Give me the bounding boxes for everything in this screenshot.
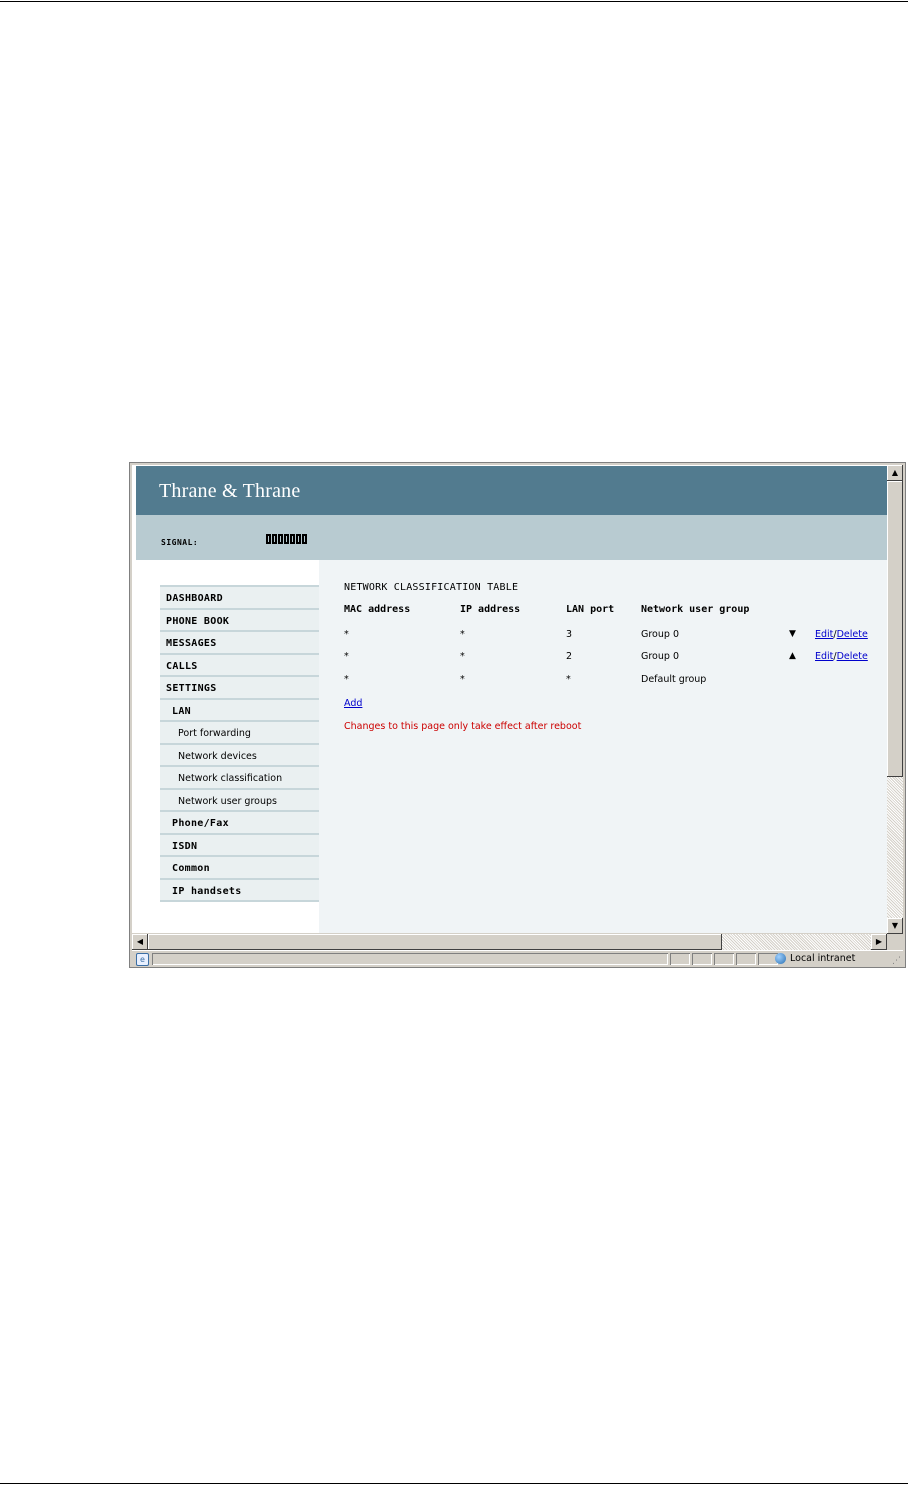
column-header-mac: MAC address	[344, 604, 411, 615]
sidebar-item-phone-fax[interactable]: Phone/Fax	[160, 812, 319, 835]
sidebar-item-lan[interactable]: LAN	[160, 699, 319, 722]
edit-link[interactable]: Edit	[815, 651, 833, 662]
signal-bar-segment	[302, 534, 307, 544]
status-text-pane	[152, 953, 668, 965]
signal-bar: SIGNAL:	[136, 515, 887, 560]
sidebar-item-ip-handsets[interactable]: IP handsets	[160, 879, 319, 902]
reboot-warning: Changes to this page only take effect af…	[344, 721, 582, 732]
sidebar-item-common[interactable]: Common	[160, 857, 319, 880]
move-down-icon[interactable]: ▼	[789, 629, 796, 639]
column-header-ip: IP address	[460, 604, 521, 615]
browser-viewport: Thrane & Thrane SIGNAL: DASHBOARD PHONE B…	[132, 465, 887, 933]
status-pane	[736, 953, 756, 965]
cell-ip: *	[460, 674, 465, 685]
signal-bar-segment	[296, 534, 301, 544]
brand-header: Thrane & Thrane	[136, 466, 887, 515]
horizontal-scrollbar[interactable]: ◀ ▶	[132, 934, 887, 950]
sidebar-item-calls[interactable]: CALLS	[160, 654, 319, 677]
resize-grip-icon[interactable]: ⋰	[892, 956, 901, 966]
document-bottom-rule	[0, 1483, 908, 1484]
sidebar-item-dashboard[interactable]: DASHBOARD	[160, 587, 319, 610]
cell-ip: *	[460, 629, 465, 640]
sidebar-item-port-forwarding[interactable]: Port forwarding	[160, 722, 319, 745]
cell-lan-port: 2	[566, 651, 573, 662]
security-zone-label: Local intranet	[790, 953, 856, 964]
sidebar-item-messages[interactable]: MESSAGES	[160, 632, 319, 655]
sidebar-item-network-user-groups[interactable]: Network user groups	[160, 789, 319, 812]
cell-ip: *	[460, 651, 465, 662]
sidebar-item-network-devices[interactable]: Network devices	[160, 744, 319, 767]
scroll-left-icon[interactable]: ◀	[132, 934, 148, 950]
sidebar-item-network-classification[interactable]: Network classification	[160, 767, 319, 790]
signal-bar-segment	[284, 534, 289, 544]
move-up-icon[interactable]: ▲	[789, 651, 796, 661]
thrane-logo: Thrane & Thrane	[159, 480, 301, 502]
globe-icon	[775, 953, 786, 964]
page-title: NETWORK CLASSIFICATION TABLE	[344, 582, 519, 593]
add-link[interactable]: Add	[344, 698, 362, 709]
column-header-user-group: Network user group	[641, 604, 750, 615]
cell-lan-port: 3	[566, 629, 573, 640]
row-actions: Edit/Delete	[815, 629, 868, 640]
browser-window: Thrane & Thrane SIGNAL: DASHBOARD PHONE B…	[129, 462, 906, 968]
horizontal-scroll-thumb[interactable]	[148, 934, 722, 950]
column-header-lan-port: LAN port	[566, 604, 615, 615]
scroll-up-icon[interactable]: ▲	[887, 465, 903, 481]
document-top-rule	[0, 1, 908, 2]
vertical-scroll-track[interactable]	[887, 777, 903, 918]
signal-strength-meter	[266, 534, 307, 544]
signal-bar-segment	[266, 534, 271, 544]
scroll-right-icon[interactable]: ▶	[871, 934, 887, 950]
delete-link[interactable]: Delete	[837, 651, 868, 662]
vertical-scrollbar[interactable]: ▲ ▼	[887, 465, 903, 934]
cell-mac: *	[344, 651, 349, 662]
sidebar-item-settings[interactable]: SETTINGS	[160, 677, 319, 700]
signal-bar-segment	[290, 534, 295, 544]
content-area: DASHBOARD PHONE BOOK MESSAGES CALLS SETTINGS…	[136, 560, 887, 933]
signal-bar-segment	[278, 534, 283, 544]
main-panel: NETWORK CLASSIFICATION TABLE MAC address…	[319, 560, 887, 933]
cell-user-group: Group 0	[641, 651, 679, 662]
row-actions: Edit/Delete	[815, 651, 868, 662]
status-bar: e Local intranet ⋰	[132, 950, 903, 967]
sidebar-item-phone-book[interactable]: PHONE BOOK	[160, 609, 319, 632]
status-pane	[692, 953, 712, 965]
delete-link[interactable]: Delete	[837, 629, 868, 640]
horizontal-scroll-track[interactable]	[722, 934, 871, 950]
status-pane	[670, 953, 690, 965]
edit-link[interactable]: Edit	[815, 629, 833, 640]
vertical-scroll-thumb[interactable]	[887, 481, 903, 777]
cell-user-group: Default group	[641, 674, 707, 685]
cell-lan-port: *	[566, 674, 571, 685]
status-pane	[714, 953, 734, 965]
cell-user-group: Group 0	[641, 629, 679, 640]
cell-mac: *	[344, 629, 349, 640]
cell-mac: *	[344, 674, 349, 685]
sidebar-item-isdn[interactable]: ISDN	[160, 834, 319, 857]
sidebar-nav: DASHBOARD PHONE BOOK MESSAGES CALLS SETTINGS…	[160, 585, 319, 902]
signal-bar-segment	[272, 534, 277, 544]
signal-label: SIGNAL:	[161, 538, 199, 547]
scroll-down-icon[interactable]: ▼	[887, 918, 903, 934]
page-icon: e	[136, 953, 149, 966]
